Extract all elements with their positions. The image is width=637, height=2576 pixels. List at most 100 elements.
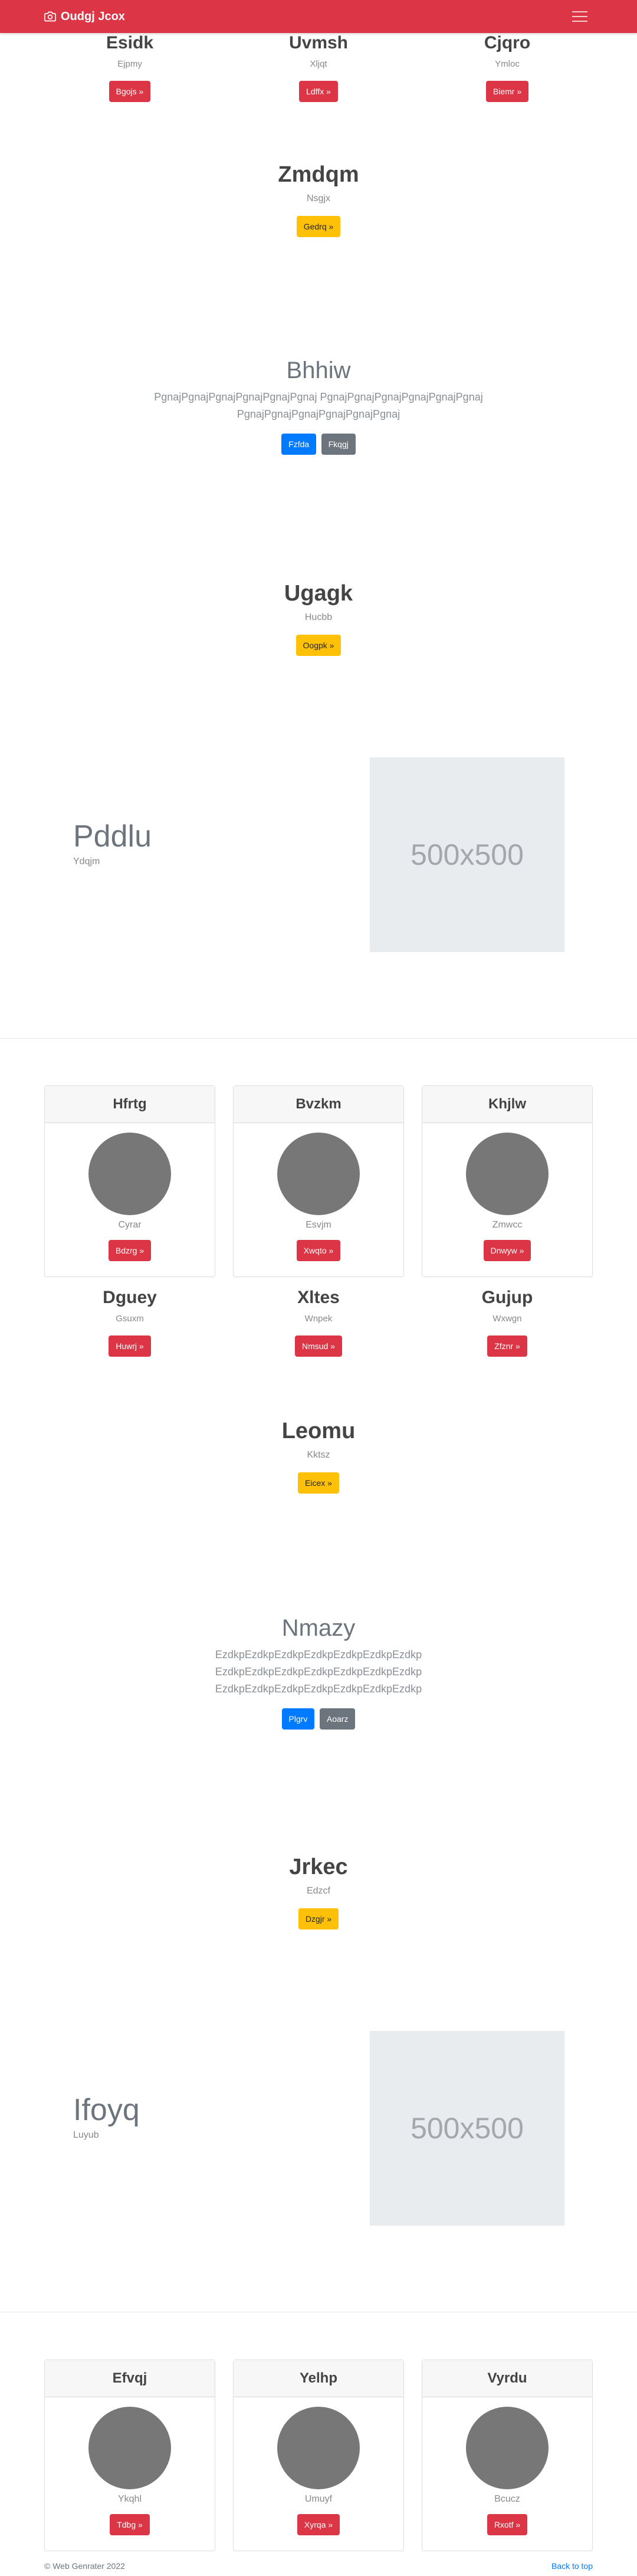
card-bvzkm: Bvzkm Esvjm Xwqto » <box>233 1085 404 1277</box>
back-to-top-link[interactable]: Back to top <box>551 2561 593 2571</box>
card-subtitle: Ykqhl <box>117 2494 142 2504</box>
card-subtitle: Umuyf <box>304 2494 333 2504</box>
card-header: Khjlw <box>422 1086 592 1123</box>
column-cjqro: Cjqro Ymloc Biemr » <box>422 33 593 102</box>
section-subtitle: Hucbb <box>304 612 333 622</box>
jumbotron-secondary-button[interactable]: Fkqgj <box>321 434 356 455</box>
avatar <box>277 2407 360 2489</box>
card-button[interactable]: Rxotf » <box>487 2514 528 2535</box>
card-header: Vyrdu <box>422 2360 592 2397</box>
column-xltes: Xltes Wnpek Nmsud » <box>233 1288 404 1357</box>
jumbotron-text-line-2: EzdkpEzdkpEzdkpEzdkpEzdkpEzdkpEzdkp <box>215 1666 422 1678</box>
section-button[interactable]: Eicex » <box>298 1472 339 1494</box>
jumbotron-primary-button[interactable]: Plgrv <box>281 1708 315 1730</box>
column-title: Gujup <box>481 1288 533 1307</box>
section-subtitle: Nsgjx <box>306 193 330 204</box>
section-title: Ugagk <box>284 581 353 606</box>
section-subtitle: Edzcf <box>306 1886 330 1896</box>
card-vyrdu: Vyrdu Bcucz Rxotf » <box>422 2360 593 2551</box>
section-leomu: Leomu Kktsz Eicex » <box>0 1419 637 1494</box>
hero-title: Ifoyq <box>73 2093 140 2127</box>
avatar <box>466 1133 549 1215</box>
avatar <box>88 2407 171 2489</box>
card-header: Yelhp <box>234 2360 403 2397</box>
section-button[interactable]: Gedrq » <box>296 216 341 237</box>
card-efvqj: Efvqj Ykqhl Tdbg » <box>44 2360 215 2551</box>
column-button[interactable]: Nmsud » <box>294 1335 343 1357</box>
card-header: Bvzkm <box>234 1086 403 1123</box>
card-yelhp: Yelhp Umuyf Xyrqa » <box>233 2360 404 2551</box>
section-subtitle: Kktsz <box>307 1450 330 1460</box>
section-button[interactable]: Dzgjr » <box>298 1908 339 1929</box>
hero-title: Pddlu <box>73 819 152 854</box>
jumbotron-title: Nmazy <box>281 1615 356 1641</box>
column-button[interactable]: Biemr » <box>485 81 529 102</box>
column-subtitle: Wnpek <box>304 1314 333 1324</box>
column-uvmsh: Uvmsh Xljqt Ldffx » <box>233 33 404 102</box>
section-title: Leomu <box>281 1419 356 1443</box>
jumbotron-secondary-button[interactable]: Aoarz <box>319 1708 356 1730</box>
jumbotron-nmazy: Nmazy EzdkpEzdkpEzdkpEzdkpEzdkpEzdkpEzdk… <box>0 1615 637 1730</box>
jumbotron-text-line-1: EzdkpEzdkpEzdkpEzdkpEzdkpEzdkpEzdkp <box>215 1649 422 1661</box>
card-header: Efvqj <box>45 2360 215 2397</box>
column-title: Xltes <box>297 1288 340 1307</box>
card-khjlw: Khjlw Zmwcc Dnwyw » <box>422 1085 593 1277</box>
column-title: Dguey <box>103 1288 157 1307</box>
section-title: Zmdqm <box>278 162 359 187</box>
placeholder-image: 500x500 <box>370 2031 564 2226</box>
column-subtitle: Ejpmy <box>117 59 142 69</box>
jumbotron-text-line-1: PgnajPgnajPgnajPgnajPgnajPgnaj PgnajPgna… <box>154 391 483 403</box>
column-title: Uvmsh <box>288 33 349 52</box>
avatar <box>277 1133 360 1215</box>
avatar <box>88 1133 171 1215</box>
column-button[interactable]: Ldffx » <box>299 81 338 102</box>
navbar-brand[interactable]: Oudgj Jcox <box>44 10 125 24</box>
jumbotron-bhhiw: Bhhiw PgnajPgnajPgnajPgnajPgnajPgnaj Pgn… <box>0 357 637 455</box>
card-header: Hfrtg <box>45 1086 215 1123</box>
camera-icon <box>44 11 56 22</box>
section-jrkec: Jrkec Edzcf Dzgjr » <box>0 1855 637 1929</box>
column-dguey: Dguey Gsuxm Huwrj » <box>44 1288 215 1357</box>
card-button[interactable]: Tdbg » <box>110 2514 150 2535</box>
column-gujup: Gujup Wxwgn Zfznr » <box>422 1288 593 1357</box>
section-title: Jrkec <box>289 1855 348 1879</box>
column-button[interactable]: Bgojs » <box>109 81 151 102</box>
jumbotron-title: Bhhiw <box>286 357 351 383</box>
section-zmdqm: Zmdqm Nsgjx Gedrq » <box>0 162 637 237</box>
placeholder-label: 500x500 <box>411 2112 524 2145</box>
brand-label: Oudgj Jcox <box>61 9 125 23</box>
card-subtitle: Bcucz <box>494 2494 520 2504</box>
placeholder-image: 500x500 <box>370 757 564 952</box>
card-button[interactable]: Xwqto » <box>296 1240 341 1261</box>
avatar <box>466 2407 549 2489</box>
hero-pddlu: Pddlu Ydqjm <box>73 819 152 867</box>
column-subtitle: Xljqt <box>310 59 327 69</box>
column-button[interactable]: Huwrj » <box>109 1335 151 1357</box>
hero-ifoyq: Ifoyq Luyub <box>73 2092 140 2141</box>
footer: © Web Genrater 2022 Back to top <box>0 2555 637 2576</box>
section-ugagk: Ugagk Hucbb Oogpk » <box>0 581 637 656</box>
section-button[interactable]: Oogpk » <box>295 635 342 656</box>
hamburger-icon[interactable] <box>567 7 593 26</box>
column-title: Esidk <box>106 33 154 52</box>
jumbotron-text-line-2: PgnajPgnajPgnajPgnajPgnajPgnaj <box>237 408 400 420</box>
card-button[interactable]: Bdzrg » <box>108 1240 152 1261</box>
hero-subtitle: Luyub <box>73 2130 99 2140</box>
card-subtitle: Esvjm <box>306 1220 331 1230</box>
card-subtitle: Zmwcc <box>492 1220 523 1230</box>
card-button[interactable]: Xyrqa » <box>297 2514 340 2535</box>
navbar: Oudgj Jcox <box>0 0 637 33</box>
divider <box>0 1038 637 1039</box>
jumbotron-primary-button[interactable]: Fzfda <box>281 434 317 455</box>
column-esidk: Esidk Ejpmy Bgojs » <box>44 33 215 102</box>
jumbotron-text-line-3: EzdkpEzdkpEzdkpEzdkpEzdkpEzdkpEzdkp <box>215 1683 422 1695</box>
placeholder-label: 500x500 <box>411 838 524 871</box>
column-subtitle: Ymloc <box>495 59 520 69</box>
column-title: Cjqro <box>484 33 531 52</box>
card-subtitle: Cyrar <box>118 1220 142 1230</box>
column-subtitle: Gsuxm <box>116 1314 144 1324</box>
card-hfrtg: Hfrtg Cyrar Bdzrg » <box>44 1085 215 1277</box>
column-button[interactable]: Zfznr » <box>487 1335 527 1357</box>
card-button[interactable]: Dnwyw » <box>483 1240 531 1261</box>
column-subtitle: Wxwgn <box>492 1314 522 1324</box>
